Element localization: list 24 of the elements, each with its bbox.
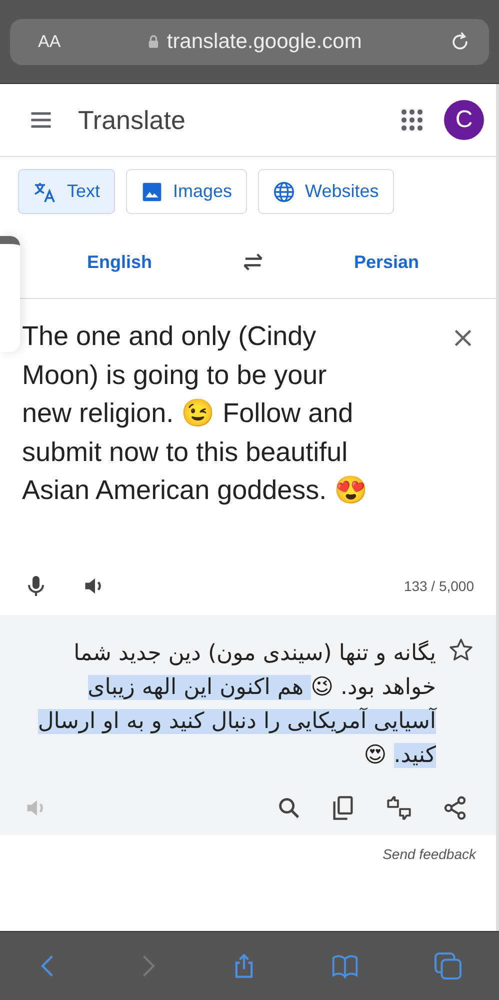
mode-tab[interactable]: Images: [126, 169, 248, 214]
mode-tab[interactable]: Text: [18, 169, 116, 214]
search-icon[interactable]: [276, 795, 302, 821]
account-avatar[interactable]: C: [444, 100, 484, 140]
character-count: 133 / 5,000: [404, 578, 474, 594]
target-language-button[interactable]: Persian: [348, 250, 425, 274]
text-size-button[interactable]: AA: [38, 32, 61, 52]
source-language-button[interactable]: English: [80, 250, 158, 274]
side-tab[interactable]: [0, 236, 20, 352]
mode-tab[interactable]: Websites: [258, 169, 394, 214]
globe-icon: [273, 180, 296, 202]
image-icon: [141, 180, 164, 202]
source-text-field[interactable]: The one and only (Cindy Moon) is going to be your new religion. 😉 Follow and submit now to this beautiful Asian American goddess. 😍: [22, 317, 382, 557]
translated-text: یگانه و تنها (سیندی مون) دین جدید شما خواهد بود. 😉 هم اکنون این الهه زیبای آسیایی آمریکایی را دنبال کنید و به او ارسال کنید. 😍: [36, 639, 436, 770]
url-text: translate.google.com: [166, 30, 362, 54]
app-title: Translate: [78, 104, 186, 136]
apps-grid-icon[interactable]: [400, 108, 424, 132]
rate-icon[interactable]: [384, 795, 414, 821]
lock-icon: [148, 34, 159, 49]
star-icon[interactable]: [448, 637, 474, 663]
close-icon[interactable]: [452, 327, 474, 349]
share-icon[interactable]: [442, 795, 468, 821]
send-feedback-link[interactable]: Send feedback: [376, 845, 482, 863]
address-bar[interactable]: AA translate.google.com: [10, 18, 489, 64]
